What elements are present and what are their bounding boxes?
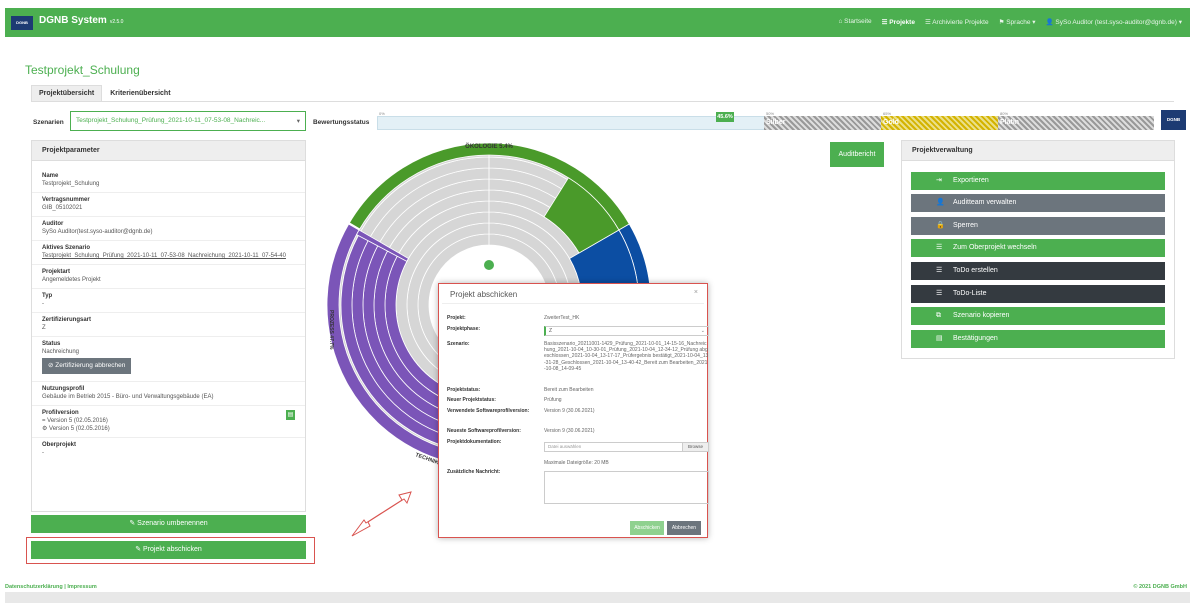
chart-center-marker[interactable]: [484, 260, 494, 270]
projekt-abschicken-modal: Projekt abschicken × Projekt: ZweiterTest…: [438, 283, 709, 538]
bewertungsstatus-label: Bewertungsstatus: [313, 119, 370, 126]
footer-copyright: © 2021 DGNB GmbH: [1133, 584, 1187, 590]
action-auditteam-verwalten[interactable]: 👤 Auditteam verwalten: [911, 194, 1165, 213]
tick-label: 65%: [883, 111, 892, 116]
abschicken-button[interactable]: Abschicken: [630, 521, 664, 535]
tabs-divider: [31, 101, 1174, 102]
segment-label-oekologie: ÖKOLOGIE 5.4%: [465, 143, 513, 150]
list-icon: ☰: [936, 289, 943, 297]
zone-gold: Gold: [881, 116, 998, 130]
chevron-down-icon: ▾: [1030, 19, 1036, 26]
auditbericht-button[interactable]: Auditbericht: [830, 142, 884, 167]
szenario-umbenennen-button[interactable]: ✎ Szenario umbenennen: [31, 515, 306, 533]
projektverwaltung-panel: Projektverwaltung ⇥ Exportieren 👤 Auditteam…: [901, 140, 1175, 359]
main-nav: ⌂ Startseite ☰ Projekte ☰ Archivierte Proj…: [838, 18, 1182, 26]
action-todo-erstellen[interactable]: ☰ ToDo erstellen: [911, 261, 1165, 280]
chevron-down-icon: ⌄: [700, 328, 705, 334]
zone-silber: Silber: [764, 116, 881, 130]
action-exportieren[interactable]: ⇥ Exportieren: [911, 171, 1165, 190]
action-sperren[interactable]: 🔒 Sperren: [911, 216, 1165, 235]
footer-links[interactable]: Datenschutzerklärung | Impressum: [5, 584, 97, 590]
chevron-down-icon: ▾: [296, 118, 300, 125]
nav-item-projekte[interactable]: ☰ Projekte: [882, 18, 915, 26]
edit-icon: ✎: [129, 520, 138, 527]
scenario-label: Szenarien: [33, 119, 64, 126]
bewertungsstatus-bar: 45.6% Silber Gold Platin 0% 50% 65% 80%: [377, 111, 1154, 130]
field-profilversion: Profilversion = Version 5 (02.05.2016) ⚙…: [32, 406, 305, 438]
close-icon[interactable]: ×: [694, 289, 698, 296]
panel-heading: Projektverwaltung: [902, 141, 1174, 161]
copy-icon: ⧉: [936, 312, 941, 320]
tick-label: 0%: [379, 111, 385, 116]
chevron-down-icon: ▾: [1176, 19, 1182, 26]
export-icon: ⇥: [936, 176, 942, 184]
app-version: v2.5.0: [109, 19, 124, 25]
tab-projektuebersicht[interactable]: Projektübersicht: [31, 85, 103, 102]
action-zum-oberprojekt-wechseln[interactable]: ☰ Zum Oberprojekt wechseln: [911, 239, 1165, 258]
field-vertragsnummer: Vertragsnummer GIB_05102021: [32, 193, 305, 217]
document-icon[interactable]: ▤: [286, 410, 295, 420]
gear-icon: ⚙: [42, 426, 50, 432]
panel-heading: Projektparameter: [32, 141, 305, 161]
dgnb-logo[interactable]: DGNB: [11, 16, 33, 30]
field-oberprojekt: Oberprojekt -: [42, 442, 77, 456]
highlight-box: [26, 537, 315, 564]
tick-label: 50%: [766, 111, 775, 116]
abbrechen-button[interactable]: Abbrechen: [667, 521, 701, 535]
project-tabs: Projektübersicht Kriterienübersicht: [31, 85, 179, 102]
projektverwaltung-actions: ⇥ Exportieren 👤 Auditteam verwalten 🔒 Sperren…: [902, 171, 1174, 348]
tick-label: 80%: [1000, 111, 1009, 116]
modal-title: Projekt abschicken: [442, 284, 704, 304]
user-icon: 👤: [1045, 19, 1056, 26]
nav-item-sprache[interactable]: ⚑ Sprache ▾: [999, 18, 1036, 26]
action-szenario-kopieren[interactable]: ⧉ Szenario kopieren: [911, 307, 1165, 326]
projektphase-select[interactable]: Z ⌄: [544, 326, 709, 336]
dgnb-badge-logo: DGNB: [1161, 110, 1186, 130]
list-icon: ☰: [936, 266, 943, 274]
top-navbar: DGNB DGNB System v2.5.0 ⌂ Startseite ☰ Pro…: [5, 8, 1190, 37]
field-nutzungsprofil: Nutzungsprofil Gebäude im Betrieb 2015 - …: [32, 382, 305, 406]
field-zertifizierungsart: Zertifizierungsart Z: [32, 313, 305, 337]
segment-label-prozess: PROZESS 47.7%: [328, 310, 334, 350]
lock-icon: 🔒: [936, 221, 945, 229]
zone-platin: Platin: [998, 116, 1154, 130]
scenario-select[interactable]: Testprojekt_Schulung_Prüfung_2021-10-11_…: [70, 111, 306, 131]
field-aktives-szenario: Aktives Szenario Testprojekt_Schulung_Prü…: [32, 241, 305, 265]
field-status: Status Nachreichung ⊘ Zertifizierung abbr…: [32, 337, 305, 382]
footer-bar: [5, 592, 1190, 603]
projektparameter-panel: Projektparameter Name Testprojekt_Schulun…: [31, 140, 306, 512]
zertifizierung-abbrechen-button[interactable]: ⊘ Zertifizierung abbrechen: [42, 358, 132, 374]
progress-value-badge: 45.6%: [716, 112, 734, 122]
user-add-icon: 👤: [936, 199, 945, 207]
field-projektart: Projektart Angemeldetes Projekt: [32, 265, 305, 289]
nav-item-startseite[interactable]: ⌂ Startseite: [838, 18, 871, 26]
field-auditor: Auditor SySo Auditor(test.syso-auditor@dg…: [32, 217, 305, 241]
nav-item-archivierte[interactable]: ☰ Archivierte Projekte: [925, 18, 989, 26]
document-icon: ▤: [936, 334, 943, 342]
active-scenario-link[interactable]: Testprojekt_Schulung_Prüfung_2021-10-11_…: [42, 252, 295, 260]
action-best-tigungen[interactable]: ▤ Bestätigungen: [911, 329, 1165, 348]
page-title: Testprojekt_Schulung: [25, 63, 140, 77]
list-icon: ☰: [936, 244, 943, 252]
message-textarea[interactable]: [544, 471, 709, 504]
nav-item-syso[interactable]: 👤 SySo Auditor (test.syso-auditor@dgnb.d…: [1046, 18, 1182, 26]
browse-button[interactable]: Browse: [681, 443, 708, 451]
field-name: Name Testprojekt_Schulung: [32, 169, 305, 193]
file-input[interactable]: Datei auswählen Browse: [544, 442, 709, 452]
app-title[interactable]: DGNB System v2.5.0: [39, 15, 123, 26]
tab-kriterienuebersicht[interactable]: Kriterienübersicht: [102, 85, 178, 102]
pointer-arrow-icon: [351, 491, 412, 537]
field-typ: Typ -: [32, 289, 305, 313]
action-todo-liste[interactable]: ☰ ToDo-Liste: [911, 284, 1165, 303]
scenario-value: Testprojekt_Schulung_Prüfung_2021-10-11_…: [76, 117, 266, 124]
